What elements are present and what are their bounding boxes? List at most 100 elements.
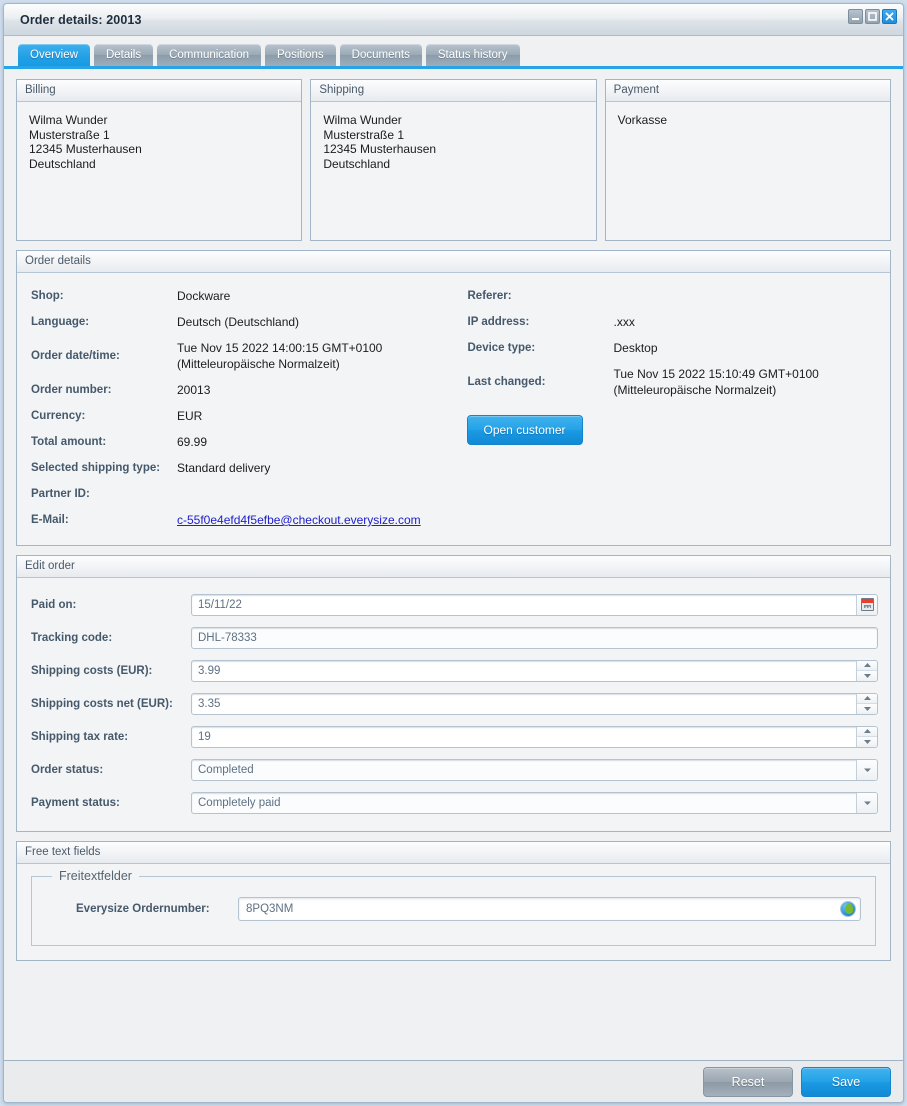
billing-line-2: Musterstraße 1	[29, 127, 110, 142]
everysize-ordernumber-field[interactable]: 8PQ3NM	[238, 897, 861, 921]
form-row-payment-status: Payment status: Completely paid	[17, 786, 878, 819]
edit-order-panel-title: Edit order	[17, 556, 890, 578]
tab-documents[interactable]: Documents	[339, 44, 422, 66]
detail-row-shop: Shop: Dockware	[17, 283, 454, 309]
tab-communication[interactable]: Communication	[157, 44, 261, 66]
tab-status-history[interactable]: Status history	[425, 44, 520, 66]
billing-address: Wilma Wunder Musterstraße 1 12345 Muster…	[17, 102, 301, 240]
detail-row-ip-address: IP address: .xxx	[454, 309, 891, 335]
payment-status-value: Completely paid	[198, 796, 281, 809]
edit-order-panel: Edit order Paid on: 15/11/22 Tracking co…	[16, 555, 891, 832]
shipping-costs-decrement-button[interactable]	[857, 671, 877, 681]
shipping-costs-net-field[interactable]: 3.35	[191, 692, 878, 715]
shipping-tax-rate-stepper[interactable]	[856, 726, 877, 747]
last-changed-line-1: Tue Nov 15 2022 15:10:49 GMT+0100	[613, 367, 819, 381]
detail-row-device-type: Device type: Desktop	[454, 335, 891, 361]
window-controls	[848, 9, 897, 24]
shipping-costs-net-stepper[interactable]	[856, 693, 877, 714]
payment-status-dropdown-button[interactable]	[856, 792, 877, 813]
shipping-line-1: Wilma Wunder	[323, 113, 402, 127]
order-details-right-column: Referer: IP address: .xxx Device type: D…	[454, 283, 891, 533]
detail-label-total-amount: Total amount:	[31, 436, 107, 448]
payment-line-1: Vorkasse	[617, 113, 668, 127]
save-button[interactable]: Save	[801, 1066, 891, 1097]
shipping-line-4: Deutschland	[323, 156, 391, 171]
detail-label-order-number: Order number:	[31, 384, 112, 396]
order-details-panel-title: Order details	[17, 251, 890, 273]
detail-row-order-number: Order number: 20013	[17, 377, 454, 403]
form-row-tracking-code: Tracking code: DHL-78333	[17, 621, 878, 654]
shipping-tax-rate-field[interactable]: 19	[191, 725, 878, 748]
tab-overview[interactable]: Overview	[18, 44, 90, 66]
label-shipping-tax-rate: Shipping tax rate:	[31, 730, 129, 743]
detail-label-email: E-Mail:	[31, 514, 69, 526]
reset-button[interactable]: Reset	[703, 1066, 793, 1097]
shipping-costs-value[interactable]: 3.99	[192, 661, 856, 681]
shipping-address: Wilma Wunder Musterstraße 1 12345 Muster…	[311, 102, 595, 240]
tab-content-overview: Billing Wilma Wunder Musterstraße 1 1234…	[4, 69, 903, 1060]
paid-on-field[interactable]: 15/11/22	[191, 593, 878, 616]
tracking-code-value[interactable]: DHL-78333	[192, 628, 877, 648]
detail-label-shop: Shop:	[31, 290, 64, 302]
detail-row-email: E-Mail: c-55f0e4efd4f5efbe@checkout.ever…	[17, 507, 454, 533]
chevron-down-icon	[863, 801, 871, 805]
shipping-tax-rate-increment-button[interactable]	[857, 726, 877, 737]
detail-row-total-amount: Total amount: 69.99	[17, 429, 454, 455]
shipping-costs-increment-button[interactable]	[857, 660, 877, 671]
detail-value-currency: EUR	[177, 409, 203, 423]
form-row-paid-on: Paid on: 15/11/22	[17, 588, 878, 621]
label-order-status: Order status:	[31, 763, 104, 776]
shipping-panel: Shipping Wilma Wunder Musterstraße 1 123…	[310, 79, 597, 241]
tab-bar: Overview Details Communication Positions…	[4, 36, 903, 69]
shipping-costs-net-decrement-button[interactable]	[857, 704, 877, 714]
shipping-costs-stepper[interactable]	[856, 660, 877, 681]
customer-email-link[interactable]: c-55f0e4efd4f5efbe@checkout.everysize.co…	[177, 513, 421, 527]
shipping-costs-net-value[interactable]: 3.35	[192, 694, 856, 714]
window-title: Order details: 20013	[20, 12, 142, 27]
order-datetime-line-1: Tue Nov 15 2022 14:00:15 GMT+0100	[177, 341, 383, 355]
form-row-shipping-tax-rate: Shipping tax rate: 19	[17, 720, 878, 753]
globe-icon	[841, 902, 855, 916]
window-titlebar: Order details: 20013	[4, 4, 903, 36]
detail-label-device-type: Device type:	[467, 342, 536, 354]
everysize-ordernumber-row: Everysize Ordernumber: 8PQ3NM	[46, 897, 861, 921]
everysize-ordernumber-value[interactable]: 8PQ3NM	[239, 898, 836, 920]
translate-button[interactable]	[836, 898, 860, 920]
billing-panel: Billing Wilma Wunder Musterstraße 1 1234…	[16, 79, 303, 241]
billing-line-1: Wilma Wunder	[29, 113, 108, 127]
close-button[interactable]	[882, 9, 897, 24]
detail-value-language: Deutsch (Deutschland)	[177, 315, 300, 329]
minimize-button[interactable]	[848, 9, 863, 24]
order-status-dropdown-button[interactable]	[856, 759, 877, 780]
detail-row-order-datetime: Order date/time: Tue Nov 15 2022 14:00:1…	[17, 335, 454, 377]
form-row-order-status: Order status: Completed	[17, 753, 878, 786]
form-row-shipping-costs: Shipping costs (EUR): 3.99	[17, 654, 878, 687]
content-bottom-spacer	[16, 970, 891, 1018]
tab-positions[interactable]: Positions	[265, 44, 336, 66]
shipping-costs-net-increment-button[interactable]	[857, 693, 877, 704]
paid-on-datepicker-button[interactable]	[856, 594, 877, 615]
detail-row-shipping-type: Selected shipping type: Standard deliver…	[17, 455, 454, 481]
detail-value-shipping-type: Standard delivery	[177, 461, 271, 475]
tab-details[interactable]: Details	[93, 44, 154, 66]
label-everysize-ordernumber: Everysize Ordernumber:	[76, 903, 210, 915]
order-status-select[interactable]: Completed	[191, 758, 878, 781]
tracking-code-field[interactable]: DHL-78333	[191, 626, 878, 649]
shipping-panel-title: Shipping	[311, 80, 596, 102]
shipping-tax-rate-decrement-button[interactable]	[857, 737, 877, 747]
free-text-fields-panel-title: Free text fields	[17, 842, 890, 864]
billing-line-4: Deutschland	[29, 156, 96, 171]
shipping-tax-rate-value[interactable]: 19	[192, 727, 856, 747]
free-text-fields-body: Freitextfelder Everysize Ordernumber: 8P…	[17, 869, 890, 946]
label-tracking-code: Tracking code:	[31, 631, 113, 644]
payment-status-select[interactable]: Completely paid	[191, 791, 878, 814]
detail-label-ip-address: IP address:	[467, 316, 530, 328]
open-customer-button[interactable]: Open customer	[466, 415, 583, 445]
paid-on-value[interactable]: 15/11/22	[192, 595, 856, 615]
maximize-button[interactable]	[865, 9, 880, 24]
billing-line-3: 12345 Musterhausen	[29, 142, 142, 157]
detail-value-ip-address: .xxx	[613, 315, 635, 329]
detail-label-language: Language:	[31, 316, 90, 328]
shipping-costs-field[interactable]: 3.99	[191, 659, 878, 682]
billing-panel-title: Billing	[17, 80, 302, 102]
